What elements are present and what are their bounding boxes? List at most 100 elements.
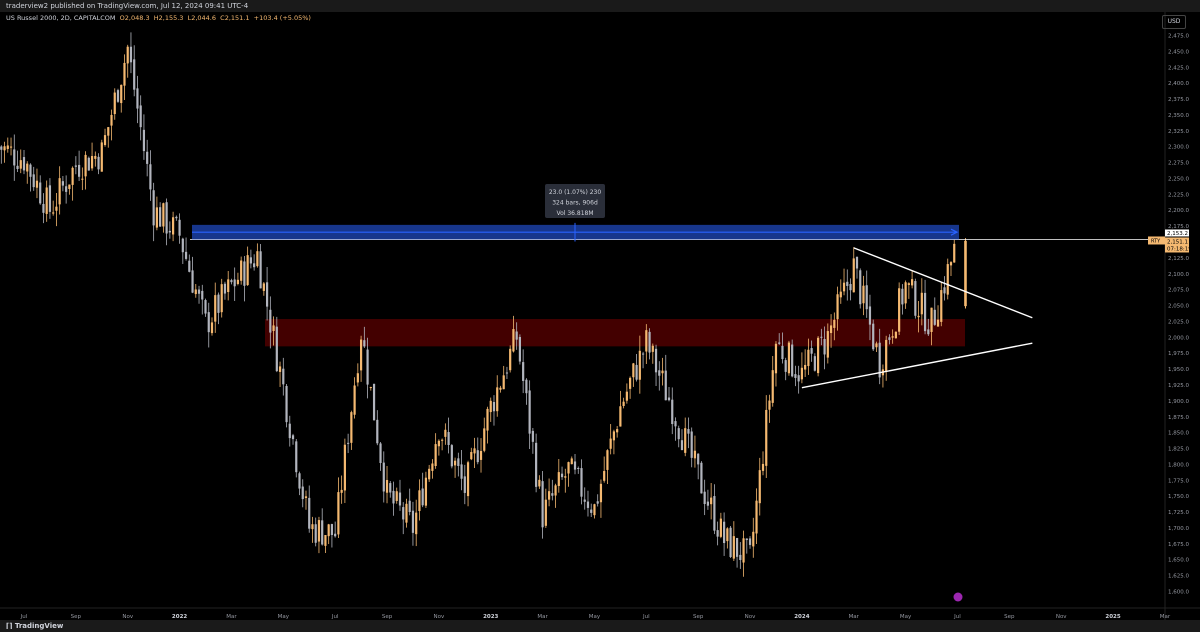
chart-area[interactable]: 23.0 (1.07%) 230 324 bars, 906d Vol 36.818… — [0, 12, 1200, 620]
triangle-upper-line[interactable] — [853, 247, 1033, 319]
candle-body — [317, 520, 321, 542]
candle-body — [168, 230, 171, 233]
price-tick-label: 2,400.0 — [1168, 81, 1189, 87]
candle-body — [547, 491, 551, 500]
candle-body — [347, 442, 350, 444]
candle-body — [259, 251, 262, 289]
candle-body — [671, 399, 674, 425]
candle-body — [564, 476, 567, 478]
price-tick-label: 1,800.0 — [1168, 462, 1189, 468]
candle-body — [304, 496, 308, 498]
candle-body — [885, 339, 888, 372]
candle-body — [460, 464, 463, 479]
last-price-label: 2,151.1 — [1167, 239, 1188, 245]
candle-body — [94, 155, 97, 159]
candle-body — [940, 290, 943, 322]
candle-body — [473, 448, 476, 454]
candle-body — [752, 531, 755, 547]
support-zone[interactable] — [265, 319, 965, 347]
tradingview-logo: ⌈⌉ TradingView — [6, 622, 64, 630]
candle-body — [301, 486, 304, 500]
price-tick-label: 1,975.0 — [1168, 351, 1189, 357]
candle-body — [684, 428, 687, 453]
candle-body — [107, 127, 110, 136]
candle-body — [48, 185, 52, 212]
candle-body — [275, 326, 278, 372]
price-tick-label: 1,775.0 — [1168, 478, 1189, 484]
candle-body — [586, 501, 590, 508]
candle-body — [376, 419, 379, 444]
candle-body — [32, 174, 35, 188]
currency-button[interactable]: USD — [1162, 15, 1186, 29]
candle-body — [713, 496, 716, 531]
candle-body — [920, 292, 923, 315]
candle-body — [19, 160, 22, 169]
candle-body — [865, 285, 868, 310]
candle-body — [855, 256, 859, 269]
candle-body — [152, 190, 155, 226]
candle-body — [583, 499, 586, 502]
candle-body — [606, 450, 609, 470]
candle-body — [26, 163, 29, 172]
candle-body — [551, 493, 554, 496]
candle-body — [311, 524, 314, 530]
candle-body — [366, 349, 369, 385]
candle-body — [823, 339, 826, 355]
candle-body — [693, 450, 697, 459]
candle-body — [424, 477, 428, 506]
candle-body — [84, 154, 87, 177]
price-tick-label: 1,750.0 — [1168, 494, 1189, 500]
candle-body — [755, 500, 758, 534]
candle-body — [16, 165, 19, 169]
price-tick-label: 1,675.0 — [1168, 542, 1189, 548]
candle-body — [184, 251, 188, 259]
candle-body — [797, 375, 800, 382]
candle-body — [492, 402, 496, 412]
candle-body — [181, 238, 184, 253]
price-tick-label: 1,875.0 — [1168, 415, 1189, 421]
candle-body — [645, 330, 648, 352]
price-tick-label: 2,000.0 — [1168, 335, 1189, 341]
candle-body — [71, 167, 74, 185]
candle-body — [739, 554, 742, 561]
candle-body — [489, 400, 492, 413]
candle-body — [123, 62, 126, 86]
candle-body — [327, 524, 330, 537]
candle-body — [253, 263, 256, 268]
candle-body — [765, 409, 768, 466]
candle-body — [129, 46, 133, 63]
candle-body — [654, 348, 658, 373]
candle-body — [710, 497, 713, 505]
price-tick-label: 1,725.0 — [1168, 510, 1189, 516]
price-tick-label: 1,650.0 — [1168, 558, 1189, 564]
candle-body — [894, 331, 897, 339]
price-tick-label: 2,025.0 — [1168, 319, 1189, 325]
price-tick-label: 2,175.0 — [1168, 224, 1189, 230]
candle-body — [716, 530, 719, 537]
candle-body — [110, 114, 113, 126]
candle-body — [486, 408, 489, 431]
publish-info: traderview2 published on TradingView.com… — [6, 2, 249, 10]
candle-body — [126, 46, 129, 64]
candle-body — [149, 164, 152, 190]
triangle-lower-line[interactable] — [801, 342, 1033, 389]
candle-body — [677, 428, 680, 440]
candle-body — [428, 468, 431, 480]
price-tick-label: 2,425.0 — [1168, 65, 1189, 71]
event-marker-icon[interactable] — [953, 592, 963, 602]
candle-body — [155, 207, 158, 228]
publish-bar: traderview2 published on TradingView.com… — [0, 0, 1200, 12]
candle-body — [220, 284, 223, 313]
candle-body — [742, 538, 745, 563]
candle-body — [0, 146, 3, 150]
candle-body — [761, 463, 765, 471]
price-tick-label: 1,950.0 — [1168, 367, 1189, 373]
ohlc-high: H2,155.3 — [153, 14, 184, 22]
candle-body — [927, 329, 930, 335]
candle-body — [444, 429, 447, 437]
candle-body — [3, 146, 6, 151]
candle-body — [321, 520, 324, 545]
candle-body — [745, 538, 748, 541]
price-chart[interactable]: 23.0 (1.07%) 230 324 bars, 906d Vol 36.818… — [0, 12, 1200, 620]
last-candle-body — [964, 240, 967, 307]
